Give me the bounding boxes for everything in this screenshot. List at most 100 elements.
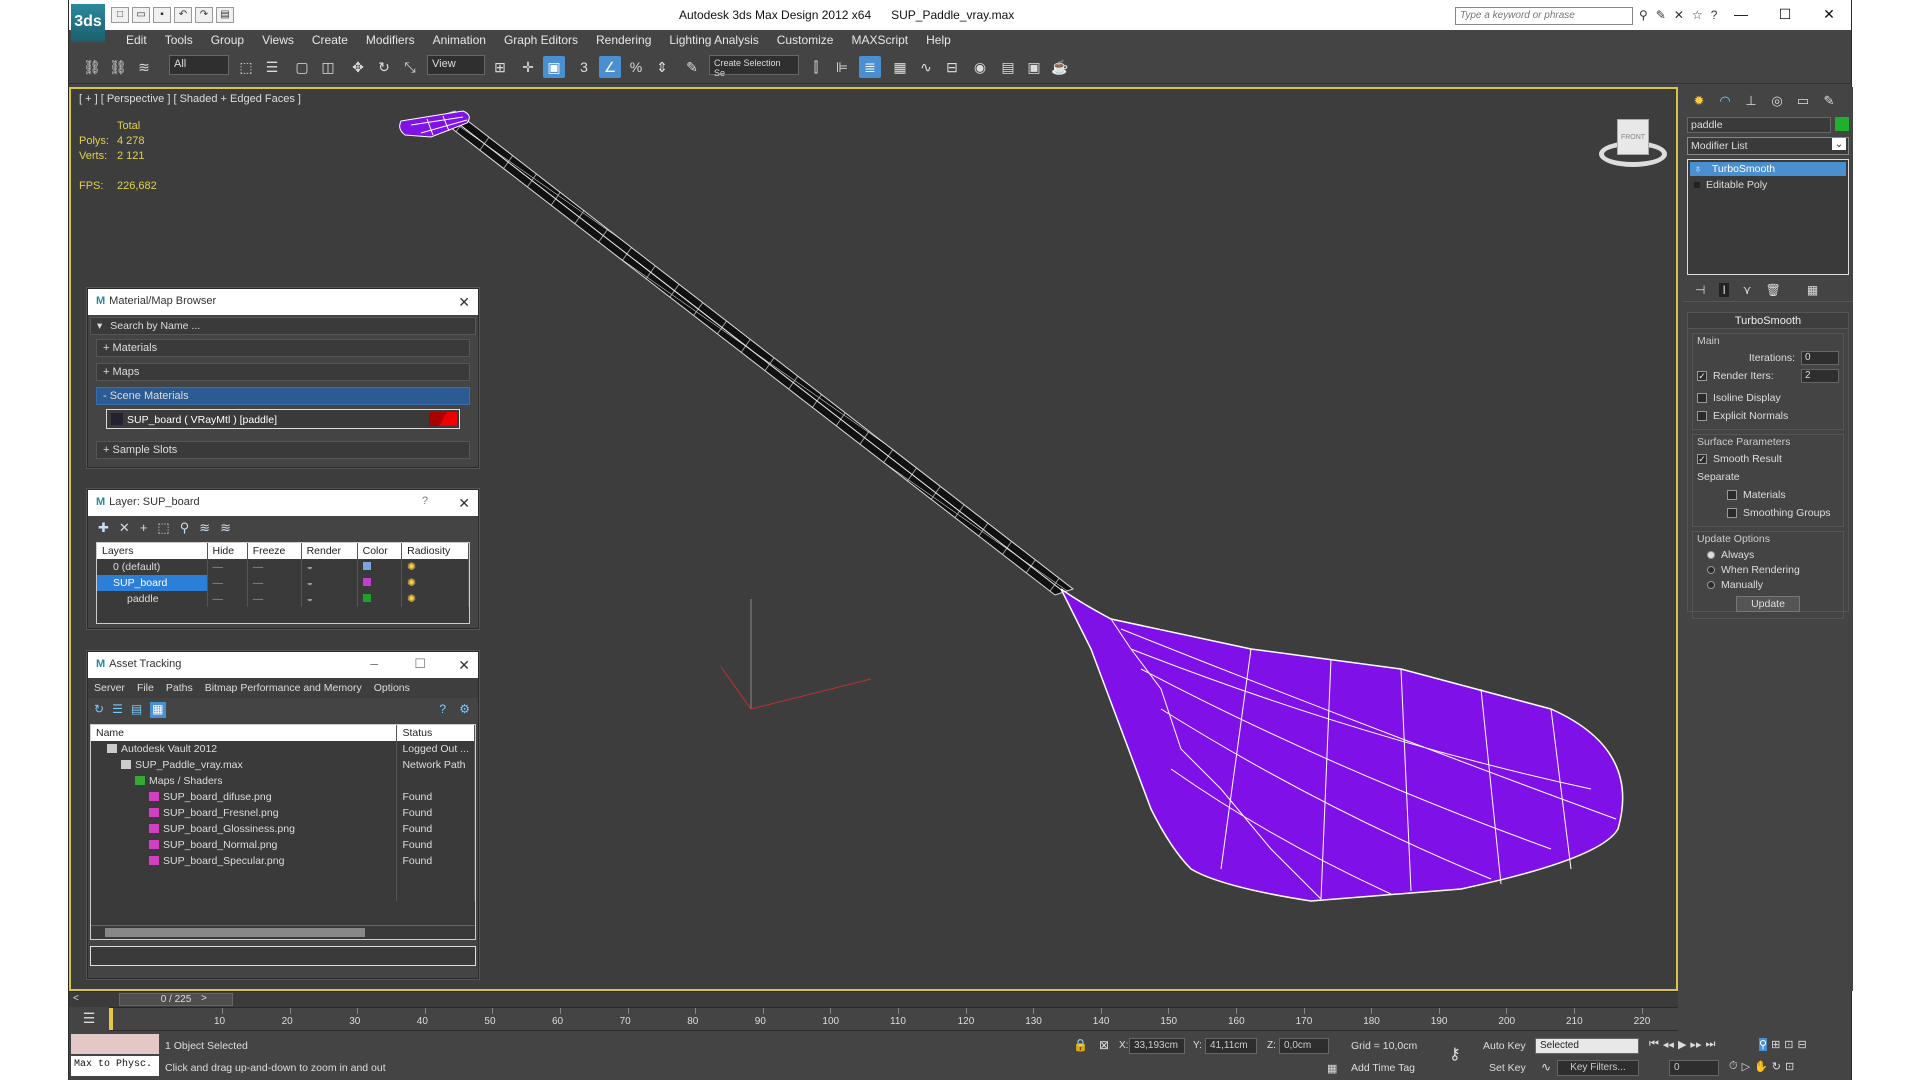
asset-row[interactable]: Autodesk Vault 2012 Logged Out ...: [91, 741, 475, 757]
paddle-shaft[interactable]: [435, 110, 1075, 596]
status-column-header[interactable]: Status: [396, 725, 475, 741]
render-toggle-icon[interactable]: ◒: [301, 575, 358, 591]
hierarchy-tab-icon[interactable]: ⊥: [1741, 91, 1761, 111]
material-editor-icon[interactable]: ◉: [969, 56, 991, 78]
delete-layer-icon[interactable]: ✕: [119, 520, 130, 536]
hide-toggle-icon[interactable]: —: [207, 591, 248, 607]
list-view-icon[interactable]: ☰: [112, 702, 123, 718]
project-folder-icon[interactable]: ▤: [216, 7, 234, 23]
scale-icon[interactable]: ⤡: [399, 56, 421, 78]
zoom-all-icon[interactable]: ⊞: [1771, 1038, 1780, 1051]
layer-row[interactable]: SUP_board — — ◒ ✺: [97, 575, 469, 591]
asset-menu-server[interactable]: Server: [94, 682, 125, 694]
layer-manager-icon[interactable]: ≣: [859, 56, 881, 78]
key-mode-dropdown[interactable]: Selected: [1535, 1038, 1639, 1054]
zoom-icon[interactable]: ⚲: [1759, 1038, 1768, 1051]
default-tangents-icon[interactable]: ∿: [1541, 1060, 1551, 1074]
horizontal-scrollbar[interactable]: [91, 925, 475, 939]
layer-color-swatch[interactable]: [362, 594, 371, 602]
binoculars-icon[interactable]: ⚲: [1639, 8, 1648, 22]
set-key-button[interactable]: Set Key: [1489, 1062, 1526, 1074]
select-by-name-icon[interactable]: ☰: [261, 56, 283, 78]
motion-tab-icon[interactable]: ◎: [1767, 91, 1787, 111]
field-of-view-icon[interactable]: ▷: [1742, 1060, 1750, 1073]
app-logo-icon[interactable]: 3ds: [71, 4, 105, 42]
schematic-view-icon[interactable]: ⊟: [941, 56, 963, 78]
radiosity-icon[interactable]: ✺: [401, 591, 469, 607]
help-icon[interactable]: ?: [439, 702, 446, 716]
menu-group[interactable]: Group: [202, 30, 253, 50]
current-frame-marker[interactable]: [109, 1008, 113, 1030]
bind-space-warp-icon[interactable]: ≋: [133, 56, 155, 78]
maxscript-listener-pink[interactable]: [71, 1034, 159, 1054]
lock-selection-icon[interactable]: 🔒: [1073, 1038, 1088, 1052]
sample-slots-section[interactable]: + Sample Slots: [96, 441, 470, 459]
object-color-swatch[interactable]: [1835, 117, 1849, 131]
track-bar-ruler[interactable]: 10 20 30 40 50 60 70 80 90 100 110 120 130 140 150 160 1…: [109, 1007, 1678, 1031]
viewcube-front-face[interactable]: FRONT: [1617, 119, 1649, 155]
close-button[interactable]: ✕: [1807, 0, 1851, 30]
create-tab-icon[interactable]: ✹: [1689, 91, 1709, 111]
paddle-blade[interactable]: [1060, 588, 1624, 902]
pan-icon[interactable]: ✋: [1754, 1060, 1768, 1073]
menu-create[interactable]: Create: [303, 30, 357, 50]
key-filters-button[interactable]: Key Filters...: [1557, 1060, 1639, 1076]
subscription-icon[interactable]: ✎: [1656, 8, 1666, 22]
minimize-button[interactable]: –: [370, 655, 378, 671]
refresh-icon[interactable]: ↻: [94, 702, 104, 718]
asset-menu-file[interactable]: File: [137, 682, 154, 694]
asset-row[interactable]: Maps / Shaders: [91, 773, 475, 789]
layer-color-swatch[interactable]: [362, 562, 371, 570]
close-icon[interactable]: ✕: [458, 657, 470, 674]
menu-help[interactable]: Help: [917, 30, 960, 50]
window-crossing-icon[interactable]: ◫: [317, 56, 339, 78]
add-time-tag[interactable]: Add Time Tag: [1351, 1062, 1415, 1074]
highlight-layer-icon[interactable]: ⚲: [180, 520, 190, 536]
render-iters-spinner[interactable]: 2: [1801, 369, 1839, 383]
name-column-header[interactable]: Name: [91, 725, 398, 741]
asset-row[interactable]: SUP_board_Normal.png Found: [91, 837, 475, 853]
scene-materials-section[interactable]: - Scene Materials: [96, 387, 470, 405]
menu-maxscript[interactable]: MAXScript: [842, 30, 917, 50]
expand-icon[interactable]: [1694, 182, 1700, 188]
zoom-extents-all-icon[interactable]: ⊟: [1798, 1038, 1807, 1051]
manually-radio[interactable]: [1707, 580, 1715, 589]
time-config-icon[interactable]: ⏱: [1729, 1060, 1738, 1073]
maxscript-mini-listener[interactable]: Max to Physc.: [71, 1056, 159, 1076]
configure-sets-icon[interactable]: ▦: [1807, 283, 1818, 297]
track-bar-menu-icon[interactable]: ☰: [69, 1007, 109, 1031]
modifier-list-dropdown[interactable]: Modifier List ⌄: [1687, 137, 1849, 155]
named-selection-dropdown[interactable]: Create Selection Se: [709, 55, 799, 78]
freeze-all-icon[interactable]: ≋: [220, 520, 231, 536]
smooth-result-checkbox[interactable]: ✓: [1697, 454, 1707, 464]
remove-modifier-icon[interactable]: 🗑: [1766, 283, 1781, 297]
when-rendering-radio[interactable]: [1707, 565, 1715, 574]
tree-view-icon[interactable]: ▤: [131, 702, 142, 718]
hide-toggle-icon[interactable]: —: [207, 575, 248, 591]
manipulate-icon[interactable]: ✛: [517, 56, 539, 78]
radiosity-icon[interactable]: ✺: [401, 559, 469, 575]
render-setup-icon[interactable]: ▤: [997, 56, 1019, 78]
stack-item-editable-poly[interactable]: Editable Poly: [1690, 178, 1846, 192]
time-tag-icon[interactable]: ▦: [1327, 1062, 1337, 1075]
maximize-viewport-icon[interactable]: ⊡: [1785, 1060, 1794, 1073]
turbosmooth-rollout-title[interactable]: TurboSmooth: [1688, 313, 1848, 329]
y-coordinate-field[interactable]: 41,11cm: [1205, 1038, 1257, 1054]
rectangle-selection-icon[interactable]: ▢: [291, 56, 313, 78]
maximize-button[interactable]: ☐: [1763, 0, 1807, 30]
create-layer-icon[interactable]: ✚: [98, 520, 109, 536]
asset-menu-options[interactable]: Options: [374, 682, 410, 694]
save-file-icon[interactable]: ▪: [153, 7, 171, 23]
asset-row[interactable]: SUP_board_Glossiness.png Found: [91, 821, 475, 837]
time-slider[interactable]: 0 / 225: [119, 993, 233, 1006]
object-name-field[interactable]: paddle: [1687, 117, 1831, 133]
layer-column-hide[interactable]: Hide: [207, 543, 248, 559]
go-to-start-icon[interactable]: ⏮: [1649, 1038, 1659, 1051]
layer-color-swatch[interactable]: [362, 578, 371, 586]
previous-key-icon[interactable]: ◂◂: [1663, 1038, 1674, 1051]
hide-toggle-icon[interactable]: —: [207, 559, 248, 575]
asset-path-field[interactable]: [90, 946, 476, 966]
auto-key-button[interactable]: Auto Key: [1483, 1040, 1526, 1052]
go-to-end-icon[interactable]: ⏭: [1705, 1038, 1715, 1051]
table-view-icon[interactable]: ▦: [150, 702, 166, 718]
